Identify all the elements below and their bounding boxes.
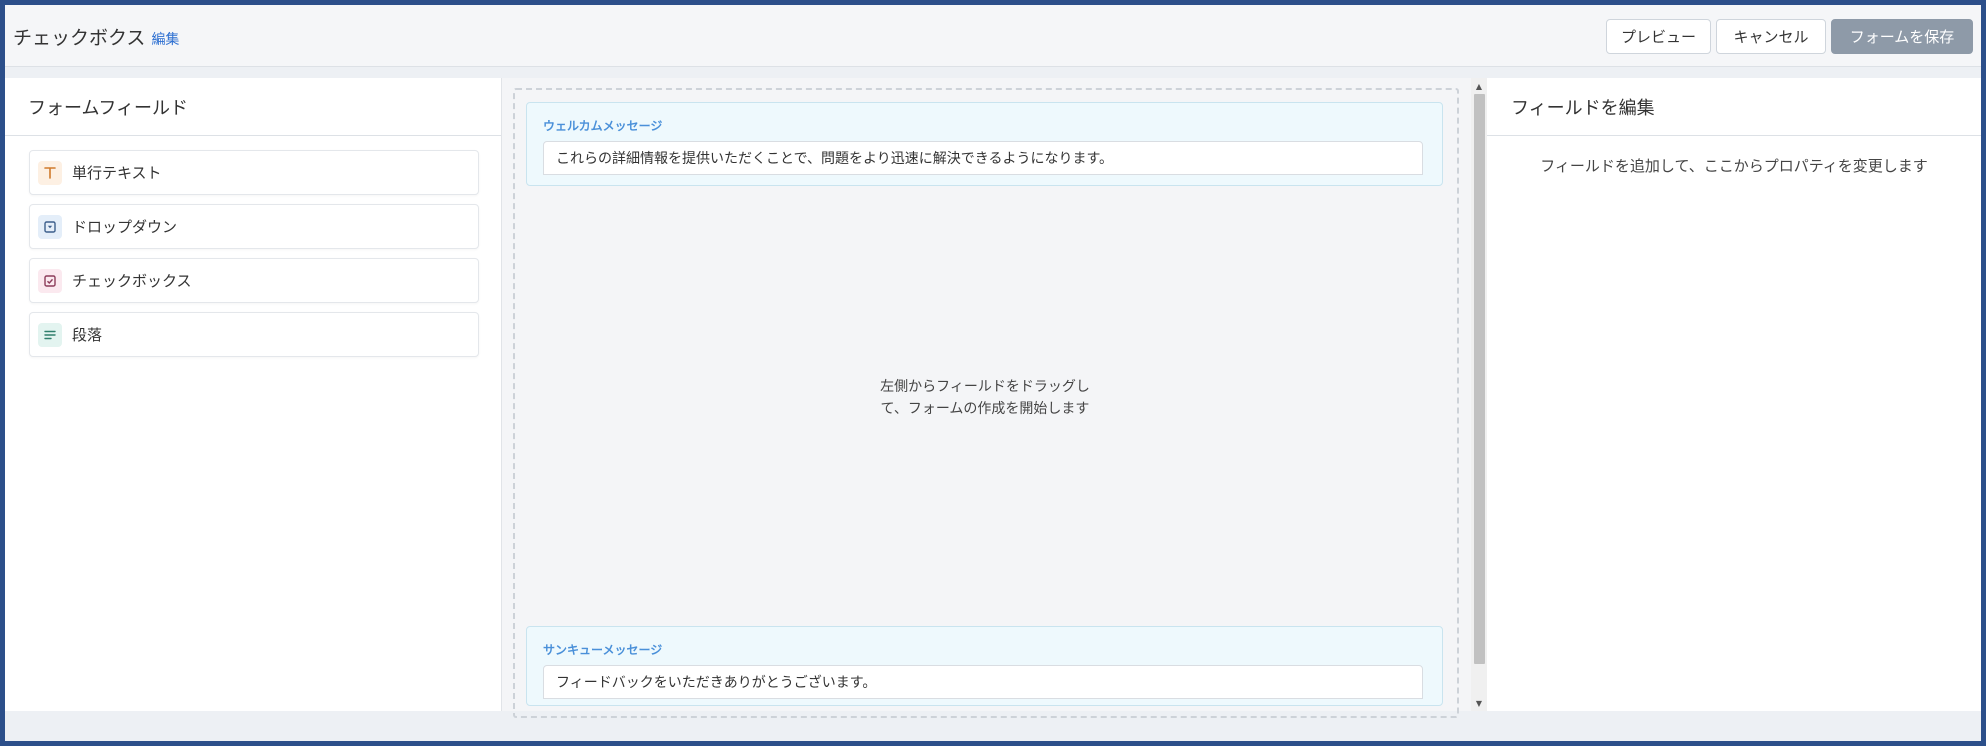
- cancel-button[interactable]: キャンセル: [1716, 19, 1826, 54]
- form-fields-panel: フォームフィールド 単行テキスト ドロップダウン チェックボックス 段落: [5, 78, 501, 711]
- field-checkbox[interactable]: チェックボックス: [29, 258, 479, 303]
- thank-you-message-label: サンキューメッセージ: [543, 643, 663, 657]
- form-builder-window: チェックボクス 編集 プレビュー キャンセル フォームを保存 フォームフィールド…: [5, 5, 1981, 741]
- scrollbar-thumb[interactable]: [1474, 94, 1485, 664]
- form-fields-heading: フォームフィールド: [5, 78, 501, 136]
- field-palette: 単行テキスト ドロップダウン チェックボックス 段落: [5, 136, 501, 357]
- canvas-scrollbar[interactable]: ▲ ▼: [1471, 78, 1487, 711]
- title-area: チェックボクス 編集: [13, 23, 179, 50]
- welcome-message-input[interactable]: これらの詳細情報を提供いただくことで、問題をより迅速に解決できるようになります。: [543, 141, 1423, 175]
- dropdown-icon: [38, 214, 62, 239]
- page-title: チェックボクス: [13, 27, 146, 49]
- field-single-line-text[interactable]: 単行テキスト: [29, 150, 479, 195]
- scroll-down-arrow-icon[interactable]: ▼: [1471, 696, 1487, 710]
- thank-you-message-input[interactable]: フィードバックをいただきありがとうございます。: [543, 665, 1423, 699]
- welcome-message-block: ウェルカムメッセージ これらの詳細情報を提供いただくことで、問題をより迅速に解決…: [526, 102, 1443, 186]
- scroll-up-arrow-icon[interactable]: ▲: [1471, 79, 1487, 93]
- edit-field-panel: フィールドを編集 フィールドを追加して、ここからプロパティを変更します: [1487, 78, 1981, 711]
- welcome-message-label: ウェルカムメッセージ: [543, 119, 663, 133]
- checkbox-icon: [38, 268, 62, 293]
- edit-field-heading: フィールドを編集: [1487, 78, 1981, 136]
- form-canvas-area: ウェルカムメッセージ これらの詳細情報を提供いただくことで、問題をより迅速に解決…: [501, 78, 1471, 718]
- form-drop-zone[interactable]: ウェルカムメッセージ これらの詳細情報を提供いただくことで、問題をより迅速に解決…: [513, 88, 1459, 718]
- preview-button[interactable]: プレビュー: [1606, 19, 1711, 54]
- edit-title-link[interactable]: 編集: [151, 29, 179, 49]
- field-item-label: チェックボックス: [72, 272, 192, 290]
- header-bar: チェックボクス 編集 プレビュー キャンセル フォームを保存: [5, 5, 1981, 67]
- save-form-button[interactable]: フォームを保存: [1831, 19, 1973, 54]
- field-item-label: 段落: [72, 326, 103, 344]
- thank-you-message-block: サンキューメッセージ フィードバックをいただきありがとうございます。: [526, 626, 1443, 706]
- drop-hint-text: 左側からフィールドをドラッグして、フォームの作成を開始します: [880, 379, 1090, 417]
- field-item-label: 単行テキスト: [72, 164, 162, 182]
- edit-field-hint: フィールドを追加して、ここからプロパティを変更します: [1540, 157, 1928, 175]
- field-item-label: ドロップダウン: [72, 218, 178, 236]
- paragraph-icon: [38, 322, 62, 347]
- field-paragraph[interactable]: 段落: [29, 312, 479, 357]
- field-dropdown[interactable]: ドロップダウン: [29, 204, 479, 249]
- text-type-icon: [38, 160, 62, 185]
